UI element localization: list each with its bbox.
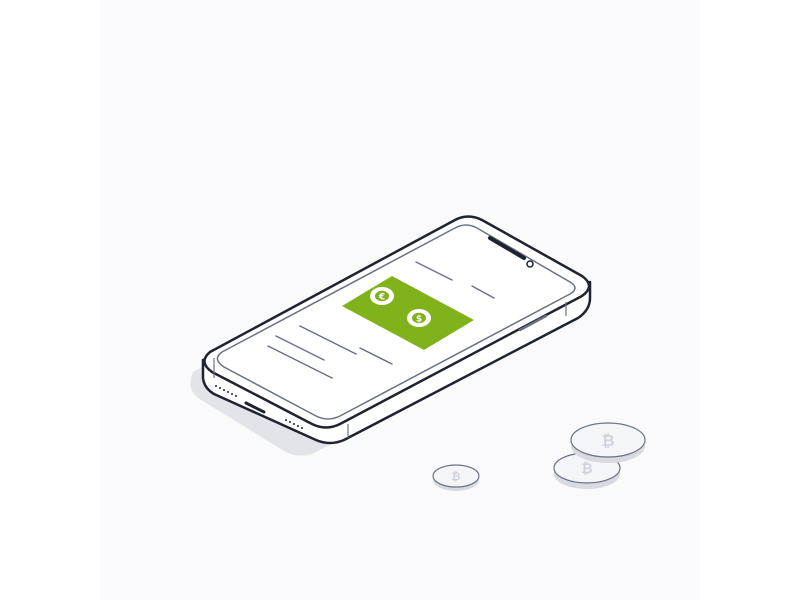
bitcoin-icon: ₿ <box>581 461 592 477</box>
phone-illustration: € $ ₿ ₿ ₿ <box>190 215 646 491</box>
dollar-icon: $ <box>407 309 431 327</box>
bitcoin-icon: ₿ <box>601 431 614 450</box>
coin-small: ₿ <box>432 464 480 491</box>
euro-icon: € <box>370 287 394 305</box>
coin-top: ₿ <box>570 422 646 463</box>
bitcoin-icon: ₿ <box>452 470 461 483</box>
phone: € $ <box>201 215 592 445</box>
illustration-stage: € $ ₿ ₿ ₿ <box>0 0 800 600</box>
svg-text:$: $ <box>416 315 422 325</box>
svg-text:€: € <box>378 293 385 303</box>
